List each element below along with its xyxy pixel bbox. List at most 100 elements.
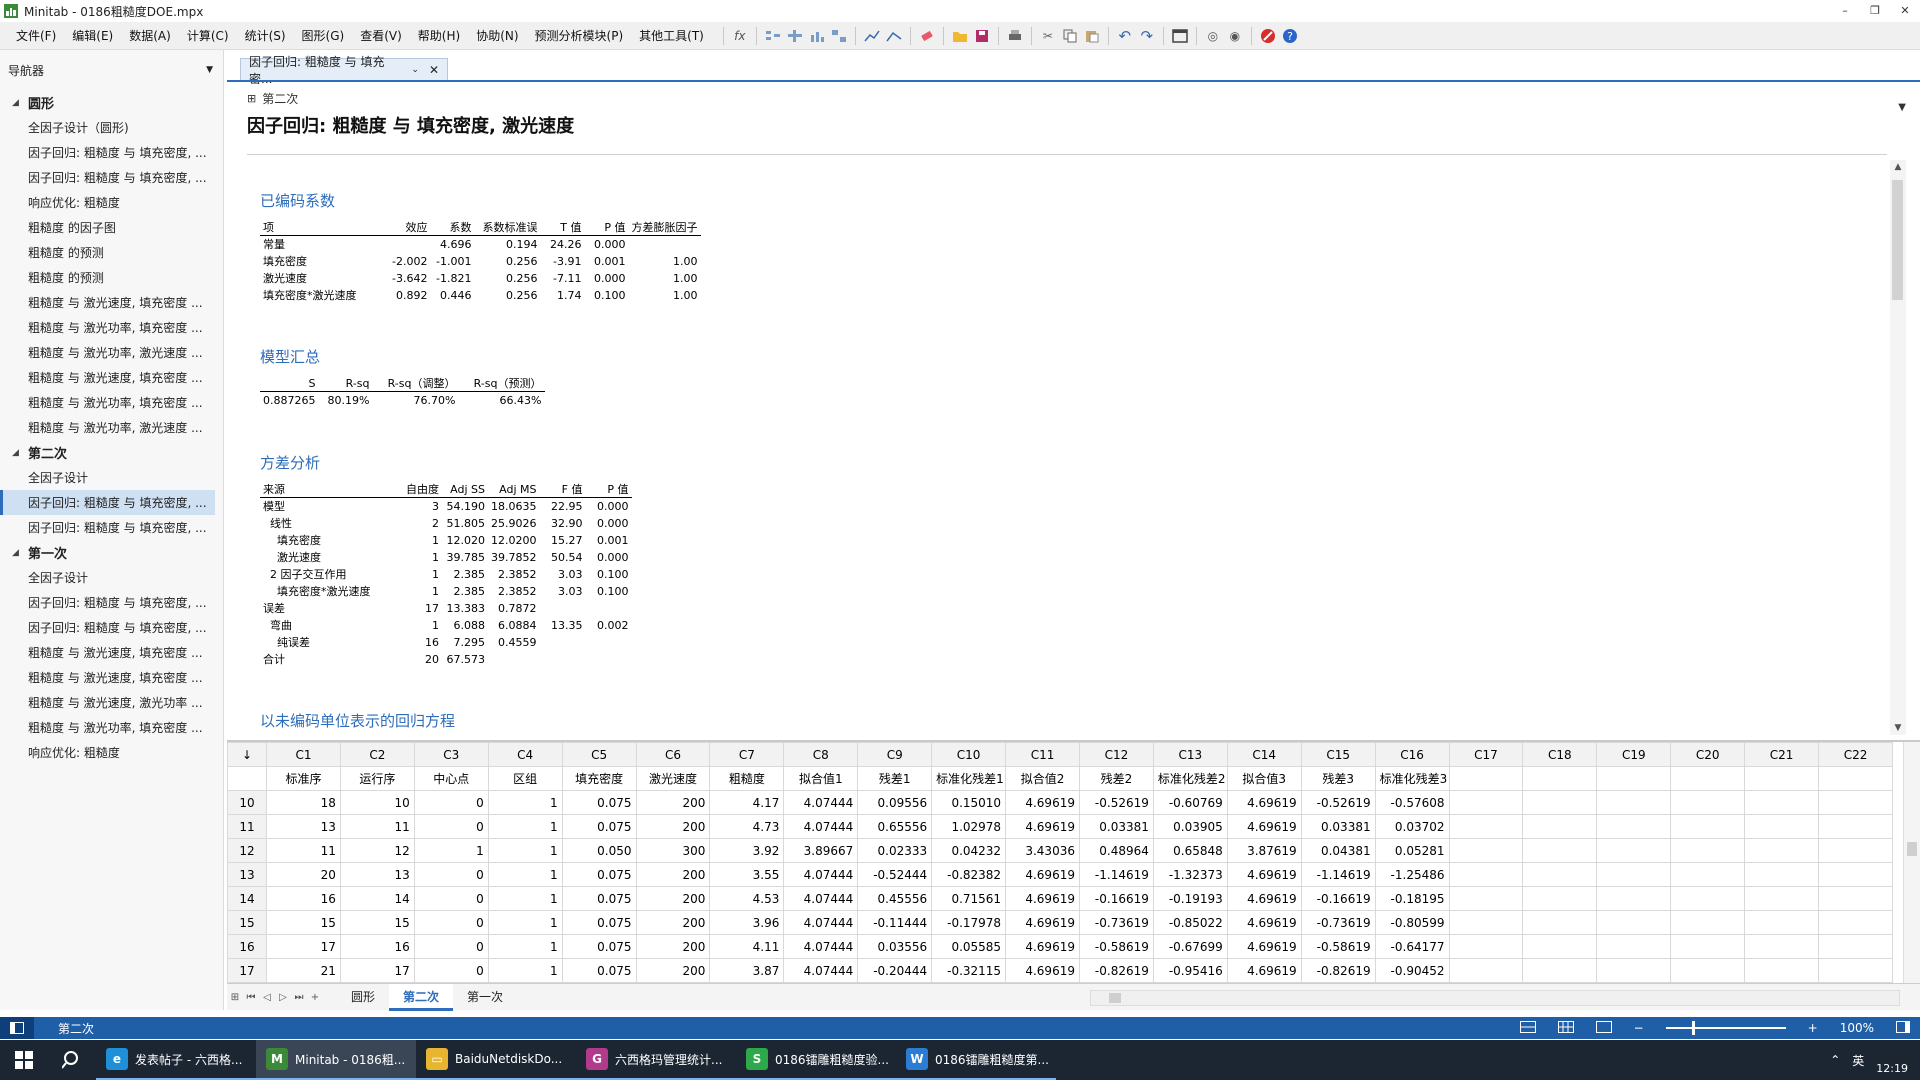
taskbar-app[interactable]: W 0186镭雕粗糙度第... bbox=[896, 1040, 1056, 1080]
worksheet-cell[interactable]: 0 bbox=[413, 934, 489, 959]
worksheet-cell[interactable]: 3.87619 bbox=[1226, 838, 1302, 863]
row-number[interactable]: 14 bbox=[227, 886, 267, 911]
nav-item[interactable]: 因子回归: 粗糙度 与 填充密度, ... bbox=[0, 615, 223, 640]
worksheet-cell[interactable] bbox=[1818, 790, 1893, 815]
nav-group[interactable]: ◢ 第一次 bbox=[0, 540, 223, 565]
worksheet-cell[interactable]: 10 bbox=[339, 790, 415, 815]
nav-item[interactable]: 因子回归: 粗糙度 与 填充密度, ... bbox=[0, 140, 223, 165]
column-id-header[interactable]: C12 bbox=[1078, 742, 1154, 767]
save-icon[interactable] bbox=[973, 27, 991, 45]
worksheet-cell[interactable]: 4.69619 bbox=[1005, 862, 1080, 887]
taskbar-app[interactable]: M Minitab - 0186粗... bbox=[256, 1040, 416, 1080]
column-name-cell[interactable]: 标准化残差1 bbox=[931, 766, 1007, 791]
worksheet-cell[interactable]: 4.53 bbox=[709, 886, 785, 911]
column-name-cell[interactable]: 残差1 bbox=[857, 766, 933, 791]
worksheet-cell[interactable]: 4.07444 bbox=[783, 958, 859, 983]
grid-view-icon[interactable] bbox=[1557, 1020, 1574, 1036]
worksheet-cell[interactable]: 0.02333 bbox=[857, 838, 933, 863]
worksheet-cell[interactable]: 12 bbox=[339, 838, 415, 863]
worksheet-cell[interactable]: 4.69619 bbox=[1226, 862, 1302, 887]
worksheet-cell[interactable] bbox=[1670, 910, 1746, 935]
column-name-cell[interactable]: 运行序 bbox=[339, 766, 415, 791]
menu-file[interactable]: 文件(F) bbox=[8, 22, 64, 50]
worksheet-cell[interactable] bbox=[1522, 838, 1598, 863]
worksheet-cell[interactable]: -0.60769 bbox=[1152, 790, 1228, 815]
worksheet-cell[interactable] bbox=[1596, 934, 1672, 959]
eraser-icon[interactable] bbox=[918, 27, 936, 45]
worksheet-cell[interactable]: 0.075 bbox=[561, 934, 637, 959]
nav-item[interactable]: 因子回归: 粗糙度 与 填充密度, ... bbox=[0, 515, 223, 540]
edit-icon[interactable] bbox=[885, 27, 903, 45]
worksheet-cell[interactable]: 0.48964 bbox=[1078, 838, 1154, 863]
print-icon[interactable] bbox=[1006, 27, 1024, 45]
nav-item[interactable]: 粗糙度 与 激光速度, 填充密度 ... bbox=[0, 365, 223, 390]
worksheet-cell[interactable]: 200 bbox=[635, 886, 711, 911]
worksheet-cell[interactable]: 11 bbox=[266, 838, 341, 863]
worksheet-cell[interactable] bbox=[1744, 934, 1820, 959]
last-sheet-icon[interactable]: ⏭ bbox=[291, 992, 307, 1003]
worksheet-cell[interactable]: 3.43036 bbox=[1005, 838, 1080, 863]
worksheet-cell[interactable]: -1.32373 bbox=[1152, 862, 1228, 887]
column-id-header[interactable]: C8 bbox=[783, 742, 859, 767]
column-name-cell[interactable]: 标准化残差2 bbox=[1152, 766, 1228, 791]
worksheet-cell[interactable]: 1 bbox=[487, 934, 563, 959]
worksheet-cell[interactable] bbox=[1670, 838, 1746, 863]
worksheet-cell[interactable] bbox=[1596, 862, 1672, 887]
worksheet-cell[interactable]: 14 bbox=[339, 886, 415, 911]
worksheet-cell[interactable]: 0 bbox=[413, 886, 489, 911]
worksheet-cell[interactable]: 0 bbox=[413, 862, 489, 887]
worksheet-cell[interactable] bbox=[1522, 910, 1598, 935]
worksheet-cell[interactable]: 13 bbox=[266, 814, 341, 839]
worksheet-cell[interactable] bbox=[1744, 910, 1820, 935]
column-id-header[interactable]: C3 bbox=[413, 742, 489, 767]
restore-button[interactable]: ❐ bbox=[1860, 0, 1890, 22]
taskbar-app[interactable]: ▭ BaiduNetdiskDo... bbox=[416, 1040, 576, 1080]
row-number[interactable]: 16 bbox=[227, 934, 267, 959]
column-name-cell[interactable]: 拟合值3 bbox=[1226, 766, 1302, 791]
row-number[interactable]: 13 bbox=[227, 862, 267, 887]
worksheet-cell[interactable]: 0.075 bbox=[561, 910, 637, 935]
prev-sheet-icon[interactable]: ◁ bbox=[259, 992, 275, 1003]
worksheet-cell[interactable]: -1.14619 bbox=[1078, 862, 1154, 887]
worksheet-cell[interactable]: 20 bbox=[266, 862, 341, 887]
sheet-tab-yuanxing[interactable]: 圆形 bbox=[337, 984, 389, 1011]
worksheet-cell[interactable]: -0.20444 bbox=[857, 958, 933, 983]
worksheet-cell[interactable]: -0.52619 bbox=[1300, 790, 1376, 815]
worksheet-cell[interactable]: 0.03702 bbox=[1374, 814, 1450, 839]
worksheet-cell[interactable]: 0.15010 bbox=[931, 790, 1007, 815]
worksheet-cell[interactable]: 1 bbox=[487, 958, 563, 983]
column-id-header[interactable]: C4 bbox=[487, 742, 563, 767]
column-name-cell[interactable]: 填充密度 bbox=[561, 766, 637, 791]
nav-item[interactable]: 全因子设计（圆形) bbox=[0, 115, 223, 140]
nav-item[interactable]: 粗糙度 的预测 bbox=[0, 265, 223, 290]
row-number[interactable]: 17 bbox=[227, 958, 267, 983]
worksheet-cell[interactable]: 0.03905 bbox=[1152, 814, 1228, 839]
find-icon[interactable]: ◉ bbox=[1226, 27, 1244, 45]
column-id-header[interactable]: C13 bbox=[1152, 742, 1228, 767]
worksheet-cell[interactable] bbox=[1596, 790, 1672, 815]
sheet-list-icon[interactable]: ⊞ bbox=[227, 992, 243, 1003]
column-name-cell[interactable]: 区组 bbox=[487, 766, 563, 791]
worksheet-scrollbar[interactable] bbox=[1903, 742, 1920, 985]
nav-item[interactable]: 响应优化: 粗糙度 bbox=[0, 740, 223, 765]
menu-graph[interactable]: 图形(G) bbox=[294, 22, 353, 50]
help-icon[interactable]: ? bbox=[1281, 27, 1299, 45]
worksheet-cell[interactable]: 200 bbox=[635, 814, 711, 839]
worksheet-cell[interactable]: 0.65848 bbox=[1152, 838, 1228, 863]
worksheet-cell[interactable]: -0.19193 bbox=[1152, 886, 1228, 911]
close-icon[interactable]: ✕ bbox=[429, 63, 439, 77]
worksheet-cell[interactable]: 0 bbox=[413, 814, 489, 839]
add-sheet-icon[interactable]: + bbox=[307, 992, 323, 1003]
worksheet-cell[interactable]: -0.95416 bbox=[1152, 958, 1228, 983]
worksheet-cell[interactable] bbox=[1670, 886, 1746, 911]
menu-predictive[interactable]: 预测分析模块(P) bbox=[527, 22, 632, 50]
worksheet-cell[interactable]: 0 bbox=[413, 958, 489, 983]
nav-item[interactable]: 因子回归: 粗糙度 与 填充密度, ... bbox=[0, 165, 223, 190]
taskbar-app[interactable]: G 六西格玛管理统计... bbox=[576, 1040, 736, 1080]
worksheet-cell[interactable]: 0.71561 bbox=[931, 886, 1007, 911]
chart-tools-icon[interactable] bbox=[808, 27, 826, 45]
worksheet-cell[interactable]: 15 bbox=[339, 910, 415, 935]
worksheet-cell[interactable] bbox=[1744, 958, 1820, 983]
worksheet-cell[interactable]: 11 bbox=[339, 814, 415, 839]
worksheet-cell[interactable]: 200 bbox=[635, 934, 711, 959]
